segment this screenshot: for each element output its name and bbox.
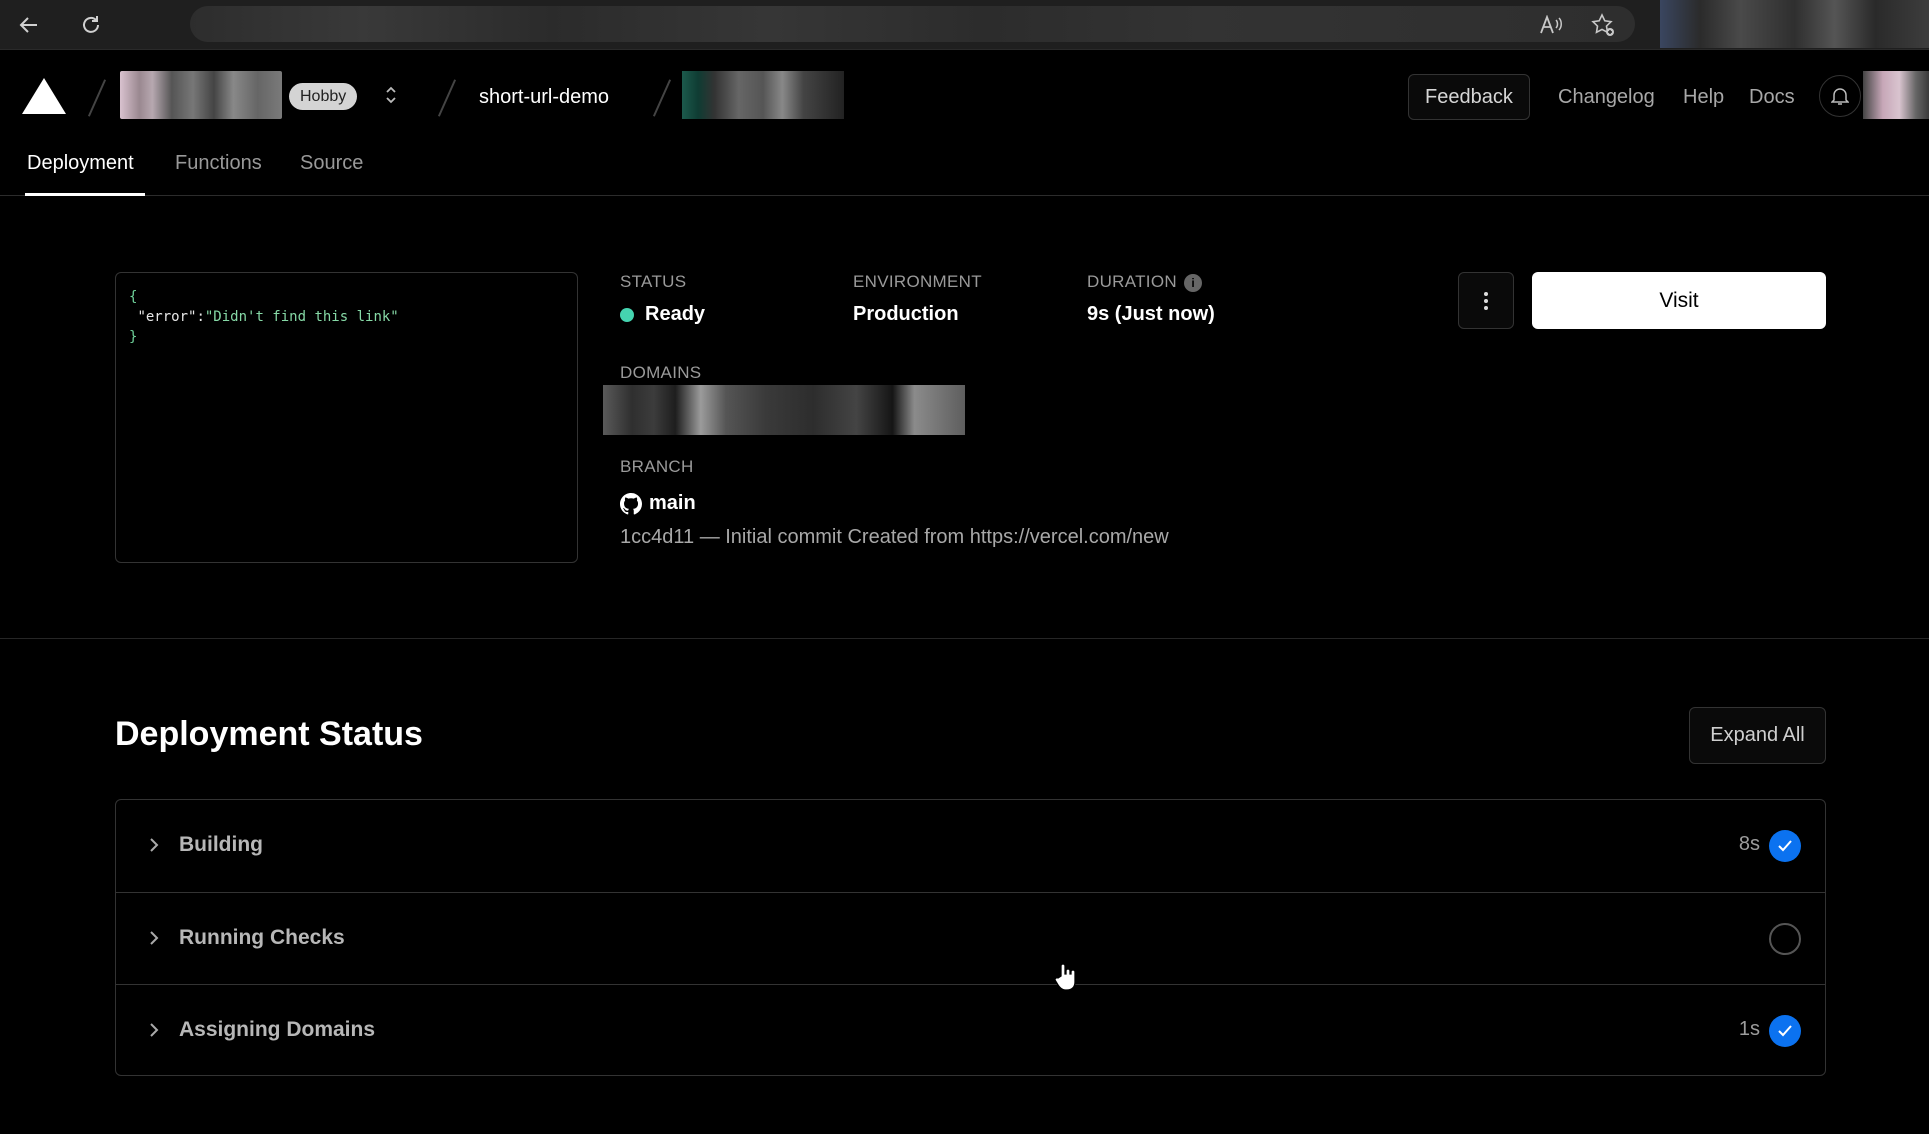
chevron-right-icon (150, 931, 159, 945)
environment-value: Production (853, 303, 959, 325)
hand-cursor-icon (1054, 963, 1076, 991)
expand-all-button[interactable]: Expand All (1689, 707, 1826, 764)
feedback-button[interactable]: Feedback (1408, 74, 1530, 120)
environment-label: ENVIRONMENT (853, 272, 982, 291)
status-indicator (620, 308, 634, 322)
deployment-steps: Building 8s Running Checks Assigning Dom… (115, 799, 1826, 1076)
domains-label: DOMAINS (620, 363, 702, 382)
plan-badge: Hobby (289, 83, 358, 110)
step-running-checks[interactable]: Running Checks (116, 892, 1825, 984)
breadcrumb-separator (87, 79, 107, 117)
browser-toolbar (0, 0, 1929, 50)
json-open-brace: { (129, 289, 138, 305)
read-aloud-icon[interactable] (1536, 10, 1566, 40)
step-assigning-domains[interactable]: Assigning Domains 1s (116, 984, 1825, 1076)
reload-icon[interactable] (76, 10, 106, 40)
pending-circle-icon (1769, 923, 1801, 955)
branch-value[interactable]: main (649, 492, 696, 515)
chevron-right-icon (150, 1023, 159, 1037)
tab-functions[interactable]: Functions (175, 152, 262, 175)
address-bar[interactable] (190, 6, 1635, 42)
status-value: Ready (645, 303, 706, 325)
step-building[interactable]: Building 8s (116, 800, 1825, 892)
deployment-tabs: Deployment Functions Source (0, 146, 1929, 196)
section-divider (0, 638, 1929, 639)
json-close-brace: } (129, 329, 138, 345)
docs-link[interactable]: Docs (1749, 86, 1795, 109)
deployment-preview[interactable]: { "error":"Didn't find this link" } (115, 272, 578, 563)
vercel-logo-icon[interactable] (22, 78, 66, 114)
step-label: Assigning Domains (179, 1018, 376, 1041)
step-duration: 8s (1738, 833, 1760, 855)
step-label: Building (179, 833, 263, 856)
json-line: "error":"Didn't find this link" (129, 307, 564, 327)
duration-value: 9s (Just now) (1087, 303, 1215, 325)
tab-source[interactable]: Source (300, 152, 363, 175)
more-options-button[interactable] (1458, 272, 1514, 329)
back-icon[interactable] (14, 10, 44, 40)
visit-button[interactable]: Visit (1532, 272, 1826, 329)
info-icon[interactable]: i (1184, 274, 1202, 292)
step-label: Running Checks (179, 926, 345, 949)
changelog-link[interactable]: Changelog (1558, 86, 1655, 109)
duration-label: DURATION (1087, 272, 1177, 291)
status-label: STATUS (620, 272, 687, 291)
check-circle-icon (1769, 830, 1801, 862)
tab-deployment[interactable]: Deployment (27, 152, 134, 175)
project-name-link[interactable]: short-url-demo (479, 86, 609, 109)
step-duration: 1s (1738, 1018, 1760, 1040)
user-avatar[interactable] (1863, 71, 1929, 119)
active-tab-indicator (25, 193, 145, 196)
chevron-right-icon (150, 838, 159, 852)
favorite-star-icon[interactable] (1588, 10, 1618, 40)
deployment-status-title: Deployment Status (115, 715, 423, 753)
github-icon (620, 493, 642, 515)
notifications-bell-icon[interactable] (1819, 75, 1861, 117)
team-avatar[interactable] (120, 71, 282, 119)
browser-profile-area (1660, 0, 1929, 48)
breadcrumb-separator (652, 79, 672, 117)
team-switcher-icon[interactable] (381, 83, 401, 108)
help-link[interactable]: Help (1683, 86, 1724, 109)
top-navigation: Hobby short-url-demo Feedback Changelog … (0, 50, 1929, 146)
check-circle-icon (1769, 1015, 1801, 1047)
breadcrumb-separator (437, 79, 457, 117)
json-value: "Didn't find this link" (204, 309, 399, 325)
deployment-id[interactable] (682, 71, 844, 119)
domain-link[interactable] (603, 385, 965, 435)
json-key: "error": (137, 309, 205, 325)
branch-label: BRANCH (620, 457, 694, 476)
more-vertical-icon (1484, 291, 1488, 310)
commit-message[interactable]: 1cc4d11 — Initial commit Created from ht… (620, 526, 1169, 549)
